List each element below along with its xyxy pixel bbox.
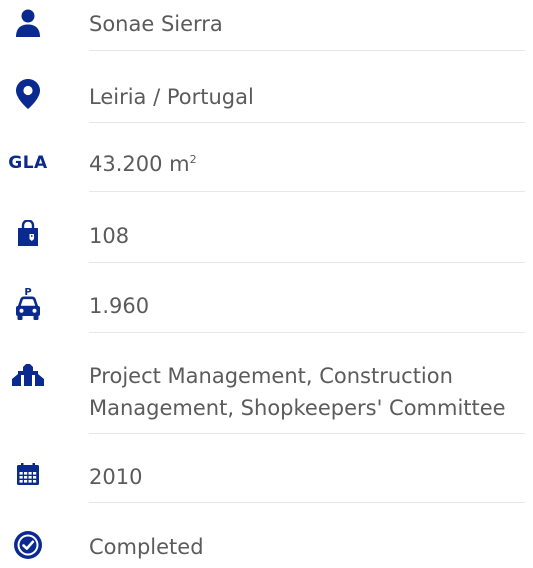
status-row: Completed: [0, 527, 525, 565]
location-text: Leiria / Portugal: [89, 85, 254, 109]
divider: [89, 332, 525, 333]
divider: [89, 191, 525, 192]
gla-row: GLA 43.200 m2: [0, 146, 525, 184]
location-row: Leiria / Portugal: [0, 77, 525, 115]
divider: [89, 50, 525, 51]
stores-row: 108: [0, 216, 525, 254]
calendar-icon: [8, 454, 48, 494]
services-row: Project Management, Construction Managem…: [0, 360, 525, 424]
parking-row: P 1.960: [0, 285, 525, 325]
gla-icon: GLA: [8, 153, 48, 173]
owner-row: Sonae Sierra: [0, 6, 525, 44]
shopping-bag-icon: [8, 213, 48, 253]
divider: [89, 502, 525, 503]
owner-text: Sonae Sierra: [89, 12, 223, 36]
divider: [89, 433, 525, 434]
divider: [89, 262, 525, 263]
check-circle-icon: [8, 525, 48, 565]
parking-text: 1.960: [89, 294, 150, 318]
location-pin-icon: [8, 74, 48, 114]
divider: [89, 122, 525, 123]
gla-text: 43.200 m2: [89, 152, 197, 176]
person-icon: [8, 3, 48, 43]
stores-text: 108: [89, 224, 130, 248]
svg-text:P: P: [24, 287, 31, 298]
building-icon: [8, 355, 48, 395]
services-text: Project Management, Construction Managem…: [89, 364, 506, 420]
year-row: 2010: [0, 457, 525, 495]
status-text: Completed: [89, 535, 204, 559]
parking-car-icon: P: [8, 283, 48, 323]
year-text: 2010: [89, 465, 143, 489]
